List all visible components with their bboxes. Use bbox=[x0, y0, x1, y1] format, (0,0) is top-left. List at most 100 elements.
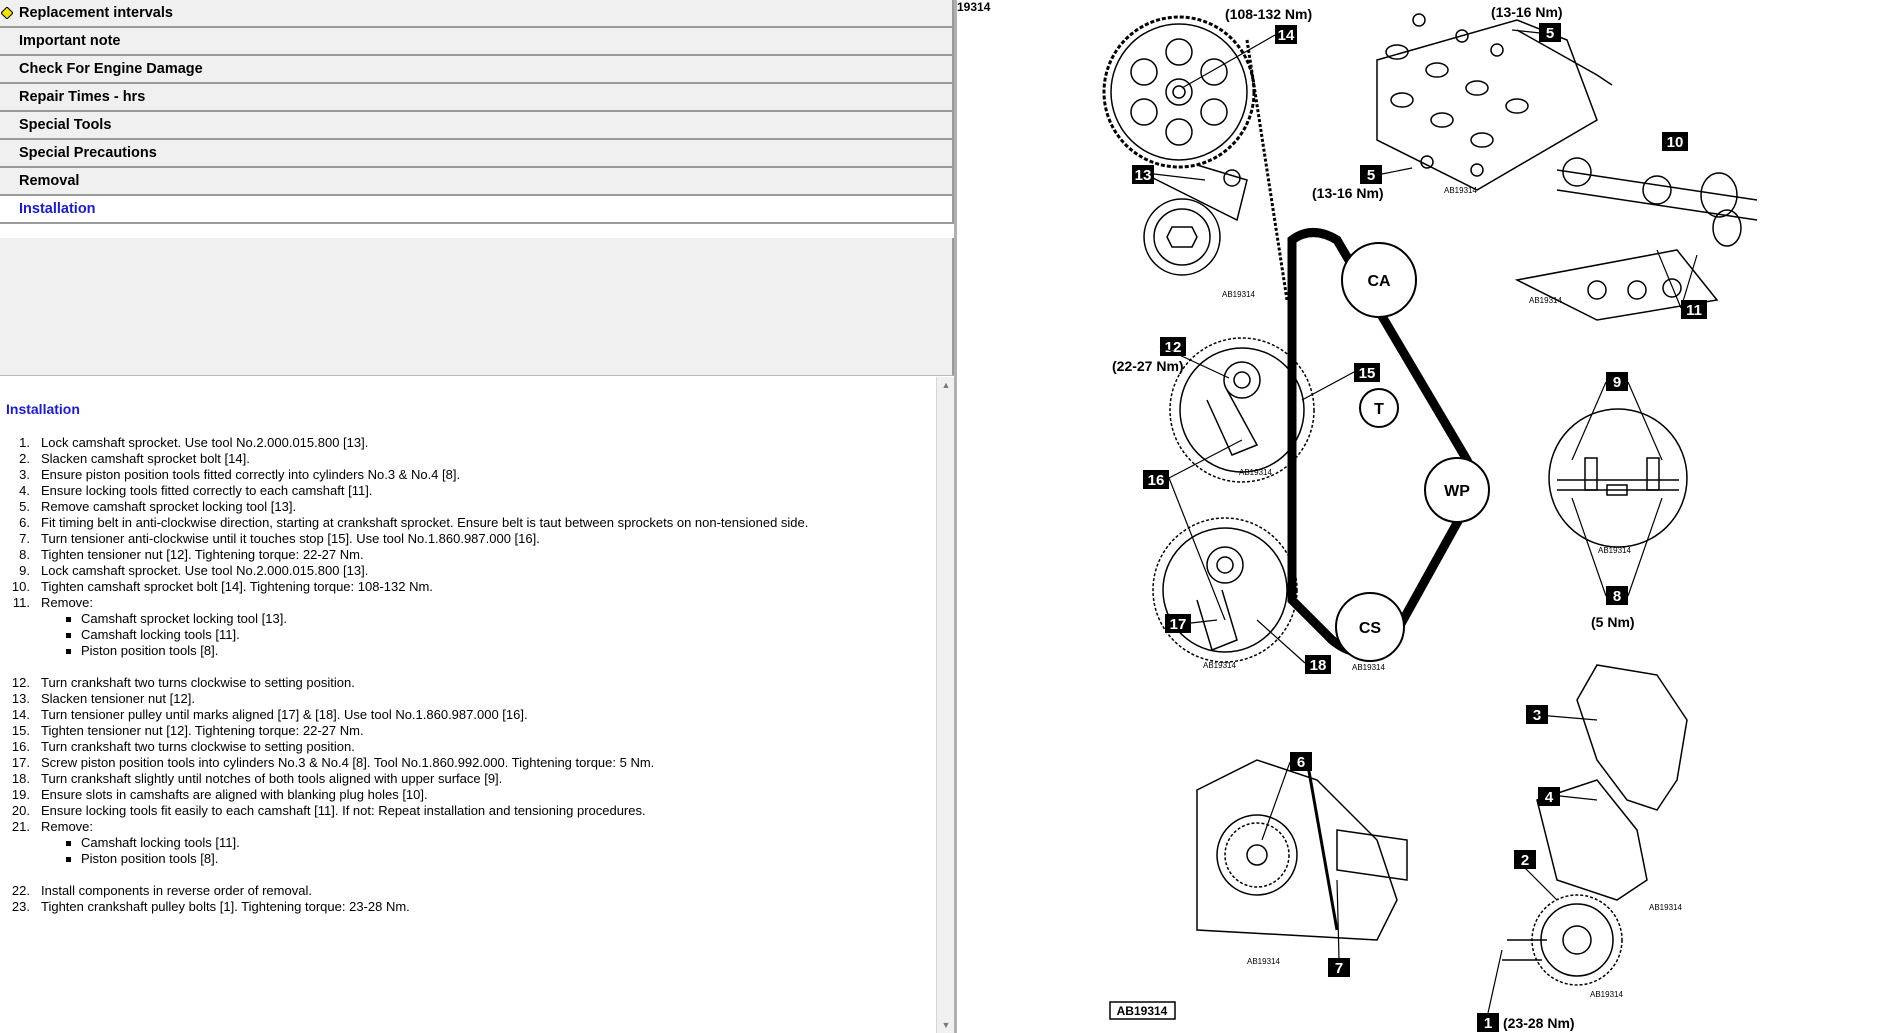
step-text: Turn tensioner pulley until marks aligne… bbox=[41, 707, 528, 722]
step-text: Fit timing belt in anti-clockwise direct… bbox=[41, 515, 809, 530]
step-number: 16. bbox=[11, 739, 30, 754]
sub-id-2: AB19314 bbox=[1444, 186, 1477, 195]
nav-list: Replacement intervals Important note Che… bbox=[0, 0, 954, 224]
nav-item-label: Important note bbox=[19, 33, 121, 49]
left-pane: Replacement intervals Important note Che… bbox=[0, 0, 954, 1033]
nav-item-label: Repair Times - hrs bbox=[19, 89, 146, 105]
nav-item-repair-times[interactable]: Repair Times - hrs bbox=[0, 84, 954, 112]
step-text: Slacken camshaft sprocket bolt [14]. bbox=[41, 451, 250, 466]
step-number: 15. bbox=[11, 723, 30, 738]
step-number: 3. bbox=[19, 467, 30, 482]
nav-item-special-tools[interactable]: Special Tools bbox=[0, 112, 954, 140]
callout-2: 2 bbox=[1521, 852, 1529, 869]
step-number: 5. bbox=[19, 499, 30, 514]
sub-id-4: AB19314 bbox=[1239, 468, 1272, 477]
sub-id-10: AB19314 bbox=[1590, 990, 1623, 999]
step-number: 22. bbox=[11, 883, 30, 898]
step-text: Ensure piston position tools fitted corr… bbox=[41, 467, 461, 482]
callout-4: 4 bbox=[1545, 789, 1554, 806]
bullet-icon bbox=[66, 649, 71, 654]
sub-step-text: Camshaft sprocket locking tool [13]. bbox=[81, 611, 287, 626]
nav-item-removal[interactable]: Removal bbox=[0, 168, 954, 196]
step-text: Tighten tensioner nut [12]. Tightening t… bbox=[41, 723, 364, 738]
step-text: Turn tensioner anti-clockwise until it t… bbox=[41, 531, 540, 546]
step-text: Ensure locking tools fit easily to each … bbox=[41, 803, 646, 818]
nav-item-label: Check For Engine Damage bbox=[19, 61, 203, 77]
callout-11: 11 bbox=[1686, 302, 1702, 319]
callout-16: 16 bbox=[1148, 472, 1165, 489]
step-number: 11. bbox=[12, 595, 30, 610]
step-number: 6. bbox=[19, 515, 30, 530]
callout-5b: 5 bbox=[1367, 167, 1375, 184]
step-text: Ensure slots in camshafts are aligned wi… bbox=[41, 787, 428, 802]
sub-id-6: AB19314 bbox=[1352, 663, 1385, 672]
camshaft-sprocket-drawing bbox=[1102, 15, 1289, 301]
cylinder-head-drawing bbox=[1376, 13, 1613, 191]
belt-label-t: T bbox=[1374, 401, 1384, 418]
step-number: 14. bbox=[11, 707, 30, 722]
nav-item-label: Special Tools bbox=[19, 117, 112, 133]
scroll-up-arrow-icon[interactable]: ▲ bbox=[939, 378, 953, 392]
scroll-down-arrow-icon[interactable]: ▼ bbox=[939, 1018, 953, 1032]
step-text: Lock camshaft sprocket. Use tool No.2.00… bbox=[41, 435, 369, 450]
sub-step-text: Piston position tools [8]. bbox=[81, 851, 219, 866]
step-number: 10. bbox=[11, 579, 30, 594]
nav-item-installation[interactable]: Installation bbox=[0, 196, 954, 224]
vertical-scrollbar[interactable]: ▲ ▼ bbox=[936, 377, 954, 1033]
step-text: Turn crankshaft two turns clockwise to s… bbox=[41, 675, 355, 690]
sub-step-text: Piston position tools [8]. bbox=[81, 643, 219, 658]
callout-12: 12 bbox=[1165, 339, 1182, 356]
step-number: 21. bbox=[11, 819, 30, 834]
sub-step-text: Camshaft locking tools [11]. bbox=[81, 627, 240, 642]
nav-item-check-engine-damage[interactable]: Check For Engine Damage bbox=[0, 56, 954, 84]
step-number: 23. bbox=[11, 899, 30, 914]
step-number: 12. bbox=[11, 675, 30, 690]
step-number: 2. bbox=[19, 451, 30, 466]
step-number: 4. bbox=[19, 483, 30, 498]
step-number: 19. bbox=[11, 787, 30, 802]
callout-6: 6 bbox=[1297, 754, 1305, 771]
callout-14: 14 bbox=[1278, 27, 1295, 44]
step-text: Remove: bbox=[41, 819, 94, 834]
bullet-icon bbox=[66, 633, 71, 638]
torque-1: (23-28 Nm) bbox=[1503, 1015, 1575, 1031]
piston-tool-drawing bbox=[1548, 408, 1688, 548]
bullet-icon bbox=[66, 617, 71, 622]
step-number: 9. bbox=[19, 563, 30, 578]
callout-1: 1 bbox=[1484, 1015, 1492, 1032]
belt-label-wp: WP bbox=[1444, 483, 1470, 500]
callout-15: 15 bbox=[1359, 365, 1376, 382]
callout-7: 7 bbox=[1335, 960, 1343, 977]
nav-item-special-precautions[interactable]: Special Precautions bbox=[0, 140, 954, 168]
sub-id-5: AB19314 bbox=[1203, 661, 1236, 670]
step-text: Turn crankshaft slightly until notches o… bbox=[41, 771, 503, 786]
sub-id-9: AB19314 bbox=[1247, 957, 1280, 966]
diamond-marker-icon bbox=[1, 7, 13, 19]
sub-step-text: Camshaft locking tools [11]. bbox=[81, 835, 240, 850]
torque-12: (22-27 Nm) bbox=[1112, 358, 1184, 374]
sub-id-7: AB19314 bbox=[1598, 546, 1631, 555]
callout-18: 18 bbox=[1310, 657, 1327, 674]
step-number: 8. bbox=[19, 547, 30, 562]
step-text: Remove: bbox=[41, 595, 94, 610]
callout-10: 10 bbox=[1667, 134, 1684, 151]
nav-item-replacement-intervals[interactable]: Replacement intervals bbox=[0, 0, 954, 28]
nav-item-important-note[interactable]: Important note bbox=[0, 28, 954, 56]
belt-label-cs: CS bbox=[1359, 620, 1382, 637]
step-text: Tighten tensioner nut [12]. Tightening t… bbox=[41, 547, 364, 562]
diagram-pane: CA T WP CS 14 5 13 5 10 11 12 15 9 16 8 … bbox=[957, 0, 1879, 1033]
step-text: Ensure locking tools fitted correctly to… bbox=[41, 483, 373, 498]
callout-5a: 5 bbox=[1546, 25, 1554, 42]
timing-belt-diagram: CA T WP CS 14 5 13 5 10 11 12 15 9 16 8 … bbox=[1102, 4, 1758, 1032]
nav-empty-area bbox=[0, 238, 954, 376]
step-number: 13. bbox=[11, 691, 30, 706]
bullet-icon bbox=[66, 857, 71, 862]
torque-14: (108-132 Nm) bbox=[1225, 6, 1312, 22]
sub-id-1: AB19314 bbox=[1222, 290, 1255, 299]
nav-item-label: Replacement intervals bbox=[19, 5, 173, 21]
callout-9: 9 bbox=[1613, 374, 1621, 391]
callout-13: 13 bbox=[1135, 167, 1152, 184]
step-text: Tighten crankshaft pulley bolts [1]. Tig… bbox=[41, 899, 410, 914]
step-number: 1. bbox=[19, 435, 30, 450]
step-number: 7. bbox=[19, 531, 30, 546]
